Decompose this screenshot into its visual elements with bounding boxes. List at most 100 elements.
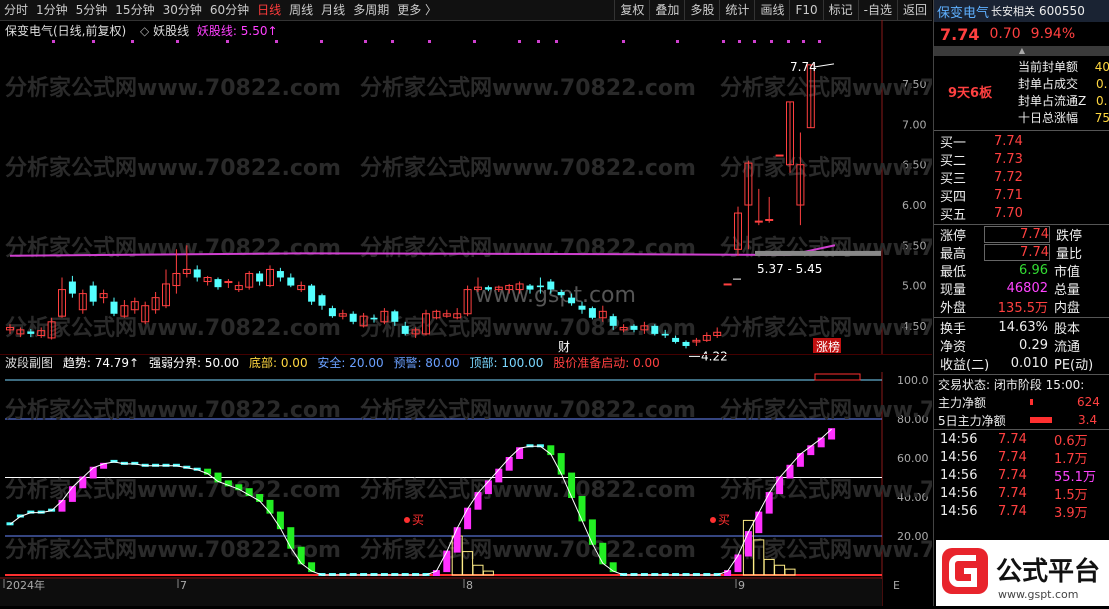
signal-dot — [770, 40, 773, 43]
trend-segment — [599, 542, 607, 565]
tick-volume: 1.7万 — [1054, 451, 1088, 467]
tab-timeframe-8[interactable]: 月线 — [317, 0, 349, 20]
candle-body — [557, 292, 565, 296]
sub-legend: 波段副图 趋势: 74.79↑ 强弱分界: 50.00 底部: 0.00 安全:… — [0, 354, 932, 372]
tab-timeframe-5[interactable]: 60分钟 — [206, 0, 253, 20]
x-axis-bg — [0, 579, 882, 606]
tick-volume: 55.1万 — [1054, 469, 1096, 485]
bid-price: 7.72 — [994, 169, 1023, 185]
quote-row: 涨停 7.74 跌停 — [934, 225, 1109, 244]
tick-time: 14:56 — [940, 449, 978, 465]
stock-tag[interactable]: 长安相关 — [991, 3, 1035, 19]
tool-button-3[interactable]: 统计 — [719, 0, 754, 20]
price-chart[interactable]: 7.507.006.506.005.505.004.50分析家公式网www.70… — [0, 20, 932, 374]
tool-button-2[interactable]: 多股 — [684, 0, 719, 20]
x-axis-end: E — [893, 579, 900, 592]
buy-dot-icon — [710, 517, 716, 523]
tick-price: 7.74 — [998, 485, 1027, 501]
tool-button-7[interactable]: -自选 — [857, 0, 897, 20]
candle-body — [276, 271, 284, 278]
candle-body — [754, 220, 763, 223]
indicator-chart[interactable]: 100.080.0060.0040.0020.00分析家公式网www.70822… — [0, 372, 932, 606]
sub-warn: 预警: 80.00 — [393, 356, 460, 370]
range-annotation: 5.37 - 5.45 — [757, 262, 822, 276]
tick-row: 14:56 7.74 0.6万 — [934, 430, 1109, 449]
candle-body — [588, 308, 596, 318]
stat-label: 换手 — [940, 321, 967, 337]
watermark-text: 分析家公式网www.70822.com — [360, 397, 696, 423]
bottom-bar — [774, 564, 786, 576]
tool-button-8[interactable]: 返回 — [896, 0, 932, 20]
bid-row: 买二 7.73 — [934, 150, 1109, 169]
candle-body — [287, 277, 295, 286]
watermark-text: 分析家公式网www.70822.com — [720, 477, 932, 503]
quote-label-right: 量比 — [1056, 246, 1083, 262]
watermark-text: 分析家公式网www.70822.com — [360, 315, 696, 341]
candle-body — [370, 317, 378, 320]
collapse-handle[interactable]: ▲ — [934, 46, 1109, 56]
quote-label: 最高 — [940, 246, 967, 262]
tab-timeframe-9[interactable]: 多周期 — [349, 0, 393, 20]
seal-info-row: 封单占成交 0. — [1018, 75, 1109, 92]
candle-body — [578, 305, 586, 310]
tool-button-6[interactable]: 标记 — [822, 0, 858, 20]
bid-row: 买五 7.70 — [934, 204, 1109, 223]
seal-info-value: 75 — [1094, 110, 1109, 125]
tab-timeframe-10[interactable]: 更多 〉 — [393, 0, 441, 20]
trade-state: 交易状态: 闭市阶段 15:00: — [934, 374, 1109, 393]
tab-timeframe-0[interactable]: 分时 — [0, 0, 32, 20]
tick-row: 14:56 7.74 3.9万 — [934, 502, 1109, 521]
capital-bar — [1030, 399, 1033, 405]
watermark-text: 分析家公式网www.70822.com — [360, 155, 696, 181]
quote-value: 7.74 — [984, 225, 1050, 243]
trend-segment — [588, 519, 596, 545]
watermark-text: 分析家公式网www.70822.com — [5, 397, 341, 423]
stock-code: 600550 — [1039, 4, 1085, 18]
tab-timeframe-1[interactable]: 1分钟 — [32, 0, 72, 20]
tool-button-4[interactable]: 画线 — [754, 0, 789, 20]
tab-timeframe-4[interactable]: 30分钟 — [159, 0, 206, 20]
tab-timeframe-7[interactable]: 周线 — [285, 0, 317, 20]
main-y-tick: 5.00 — [902, 280, 927, 293]
stat-label: 净资 — [940, 339, 967, 355]
candle-body — [68, 281, 76, 294]
sub-safe: 安全: 20.00 — [317, 356, 384, 370]
seal-info-label: 封单占成交 — [1018, 77, 1079, 91]
tab-timeframe-3[interactable]: 15分钟 — [111, 0, 158, 20]
trend-segment — [744, 531, 752, 557]
tick-volume: 3.9万 — [1054, 505, 1088, 521]
signal-dot — [787, 40, 790, 43]
trend-segment — [755, 511, 763, 534]
candle-body — [308, 285, 316, 302]
quote-label-right: 市值 — [1054, 264, 1081, 280]
signal-dot — [320, 40, 323, 43]
price-row: 7.74 0.70 9.94% — [934, 22, 1109, 46]
quote-row: 现量 46802 总量 — [934, 279, 1109, 298]
finance-marker[interactable]: 财 — [558, 340, 570, 354]
high-annotation: 7.74 — [790, 60, 817, 74]
trend-segment — [484, 480, 492, 495]
tool-button-0[interactable]: 复权 — [614, 0, 649, 20]
tool-button-5[interactable]: F10 — [789, 0, 822, 20]
candle-body — [391, 311, 399, 322]
trend-segment — [516, 447, 524, 459]
tick-time: 14:56 — [940, 467, 978, 483]
candle-body — [256, 273, 264, 282]
watermark-text: 分析家公式网www.70822.com — [5, 477, 341, 503]
quote-value: 135.5万 — [997, 300, 1048, 316]
stat-label-right: PE(动) — [1054, 357, 1094, 373]
tool-button-1[interactable]: 叠加 — [649, 0, 684, 20]
tab-timeframe-6[interactable]: 日线 — [253, 0, 285, 20]
seal-info-value: 0. — [1096, 76, 1108, 91]
tab-timeframe-2[interactable]: 5分钟 — [72, 0, 112, 20]
signal-dot — [52, 40, 55, 43]
signal-dot — [622, 40, 625, 43]
capital-label: 5日主力净额 — [938, 413, 1006, 428]
quote-table: 涨停 7.74 跌停 最高 7.74 量比 最低 6.96 市值 现量 46802 总量 外盘 135.5… — [934, 224, 1109, 316]
stats-table: 换手 14.63% 股本 净资 0.29 流通 收益(二) 0.010 PE(动) — [934, 317, 1109, 373]
stat-value: 0.29 — [1019, 337, 1048, 353]
candle-body — [349, 313, 357, 322]
candle-body — [775, 154, 784, 157]
signal-dot — [391, 40, 394, 43]
stat-label-right: 流通 — [1054, 339, 1081, 355]
